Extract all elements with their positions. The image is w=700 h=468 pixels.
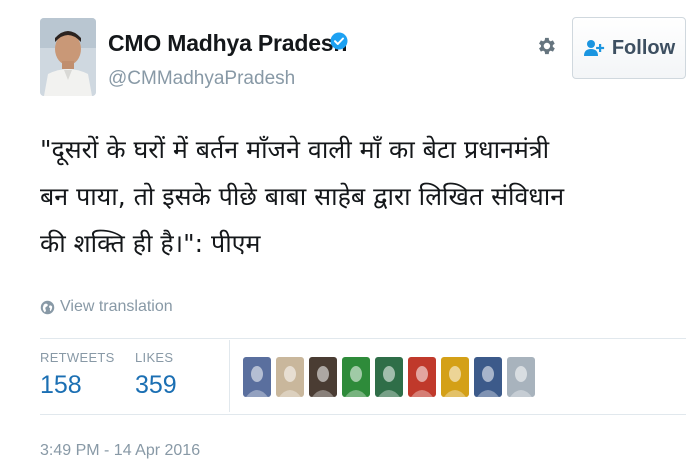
- tweet-text-line: "दूसरों के घरों में बर्तन माँजने वाली मा…: [40, 135, 550, 164]
- tweet-text-line: बन पाया, तो इसके पीछे बाबा साहेब द्वारा …: [40, 182, 565, 211]
- tweet-timestamp[interactable]: 3:49 PM - 14 Apr 2016: [40, 442, 200, 460]
- follow-button[interactable]: Follow: [572, 17, 686, 79]
- likes-label: LIKES: [135, 350, 174, 365]
- profile-photo-icon: [40, 18, 96, 96]
- retweets-count: 158: [40, 371, 82, 399]
- view-translation-link[interactable]: View translation: [40, 298, 173, 316]
- add-user-icon: [583, 40, 604, 56]
- liker-avatar[interactable]: [408, 357, 436, 397]
- divider: [40, 338, 686, 339]
- retweets-label: RETWEETS: [40, 350, 115, 365]
- retweets-stat[interactable]: RETWEETS 158: [40, 350, 115, 400]
- likes-stat[interactable]: LIKES 359: [135, 350, 177, 400]
- tweet-text-line: की शक्ति ही है।": पीएम: [40, 229, 261, 258]
- avatar[interactable]: [40, 18, 96, 96]
- liker-avatars: [243, 357, 535, 397]
- display-name[interactable]: CMO Madhya Pradesh: [108, 30, 347, 57]
- tweet-text: "दूसरों के घरों में बर्तन माँजने वाली मा…: [40, 126, 680, 267]
- liker-avatar[interactable]: [276, 357, 304, 397]
- verified-badge-icon: [330, 32, 348, 50]
- globe-icon: [40, 300, 55, 314]
- liker-avatar[interactable]: [342, 357, 370, 397]
- tweet-card: CMO Madhya Pradesh @CMMadhyaPradesh Foll…: [0, 0, 700, 468]
- username-handle[interactable]: @CMMadhyaPradesh: [108, 68, 295, 90]
- liker-avatar[interactable]: [309, 357, 337, 397]
- likes-count: 359: [135, 371, 177, 399]
- liker-avatar[interactable]: [243, 357, 271, 397]
- divider: [40, 414, 686, 415]
- stats-separator: [229, 340, 230, 412]
- gear-icon[interactable]: [535, 35, 557, 57]
- follow-label: Follow: [611, 36, 676, 59]
- liker-avatar[interactable]: [507, 357, 535, 397]
- liker-avatar[interactable]: [375, 357, 403, 397]
- liker-avatar[interactable]: [441, 357, 469, 397]
- liker-avatar[interactable]: [474, 357, 502, 397]
- view-translation-label: View translation: [60, 298, 173, 315]
